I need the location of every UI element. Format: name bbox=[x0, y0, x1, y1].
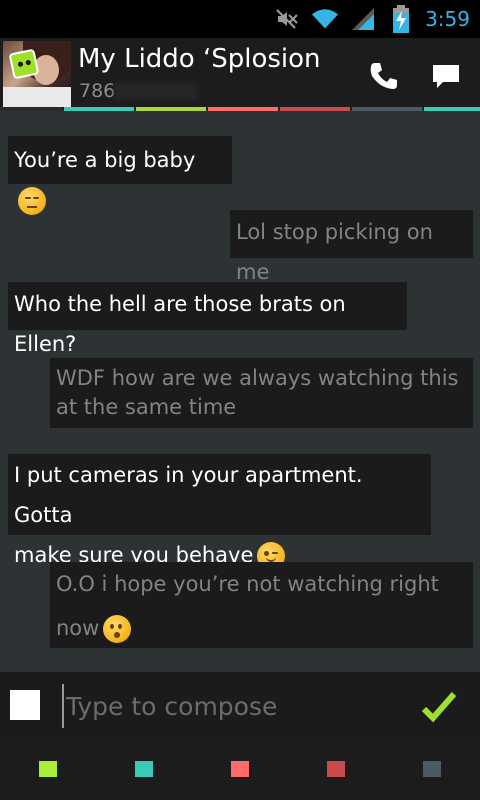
stripe-segment bbox=[64, 107, 134, 111]
checkmark-icon bbox=[421, 692, 457, 723]
message-bubble-outgoing[interactable]: O.O i hope you’re not watching right now bbox=[50, 562, 473, 648]
phone-icon bbox=[370, 63, 397, 89]
compose-bar bbox=[0, 672, 480, 742]
stripe-segment bbox=[208, 107, 278, 111]
color-stripe bbox=[0, 107, 480, 113]
message-text-line: I put cameras in your apartment. Gotta bbox=[14, 463, 363, 527]
message-bubble-incoming[interactable]: Who the hell are those brats on Ellen? bbox=[8, 282, 407, 356]
message-text-line: O.O i hope you’re not watching right bbox=[56, 572, 439, 596]
status-bar: 3:59 bbox=[0, 0, 480, 38]
message-bubble-outgoing[interactable]: Lol stop picking on me bbox=[230, 210, 473, 284]
mute-icon bbox=[273, 5, 301, 33]
palette-swatch-teal[interactable] bbox=[135, 761, 153, 777]
message-text-line: WDF how are we always watching this bbox=[56, 366, 459, 390]
conversation-header: My Liddo ‘Splosion 786 bbox=[0, 38, 480, 110]
palette-swatch-coral[interactable] bbox=[231, 761, 249, 777]
compose-input[interactable] bbox=[62, 684, 392, 728]
redacted-number bbox=[114, 82, 198, 100]
message-text: Who the hell are those brats on Ellen? bbox=[14, 292, 346, 356]
call-button[interactable] bbox=[364, 56, 404, 96]
wifi-icon bbox=[311, 5, 339, 33]
stripe-segment bbox=[0, 107, 62, 111]
stripe-segment bbox=[424, 107, 480, 111]
battery-charging-icon bbox=[387, 5, 415, 33]
status-time: 3:59 bbox=[425, 7, 470, 31]
palette-swatch-slate[interactable] bbox=[423, 761, 441, 777]
message-bubble-incoming[interactable]: You’re a big baby bbox=[8, 136, 232, 215]
message-text-line: at the same time bbox=[56, 395, 237, 419]
palette-swatch-red[interactable] bbox=[327, 761, 345, 777]
message-bubble-outgoing[interactable]: WDF how are we always watching this at t… bbox=[50, 358, 473, 428]
contact-name: My Liddo ‘Splosion bbox=[78, 44, 321, 74]
message-text-line: now bbox=[56, 616, 100, 640]
contact-number: 786 bbox=[79, 80, 116, 102]
unamused-face-icon bbox=[18, 187, 46, 215]
message-text: You’re a big baby bbox=[14, 148, 196, 172]
hushed-face-icon bbox=[103, 615, 132, 643]
stripe-segment bbox=[280, 107, 350, 111]
palette-swatch-green[interactable] bbox=[39, 761, 57, 777]
stripe-segment bbox=[136, 107, 206, 111]
stripe-segment bbox=[352, 107, 422, 111]
message-bubble-incoming[interactable]: I put cameras in your apartment. Gotta m… bbox=[8, 454, 431, 570]
chat-icon bbox=[433, 65, 459, 88]
message-text: Lol stop picking on me bbox=[236, 220, 433, 284]
attach-button[interactable] bbox=[10, 690, 40, 720]
send-button[interactable] bbox=[420, 688, 458, 726]
message-button[interactable] bbox=[426, 56, 466, 96]
color-palette bbox=[0, 742, 480, 800]
contact-avatar[interactable] bbox=[3, 41, 71, 107]
signal-icon bbox=[349, 5, 377, 33]
